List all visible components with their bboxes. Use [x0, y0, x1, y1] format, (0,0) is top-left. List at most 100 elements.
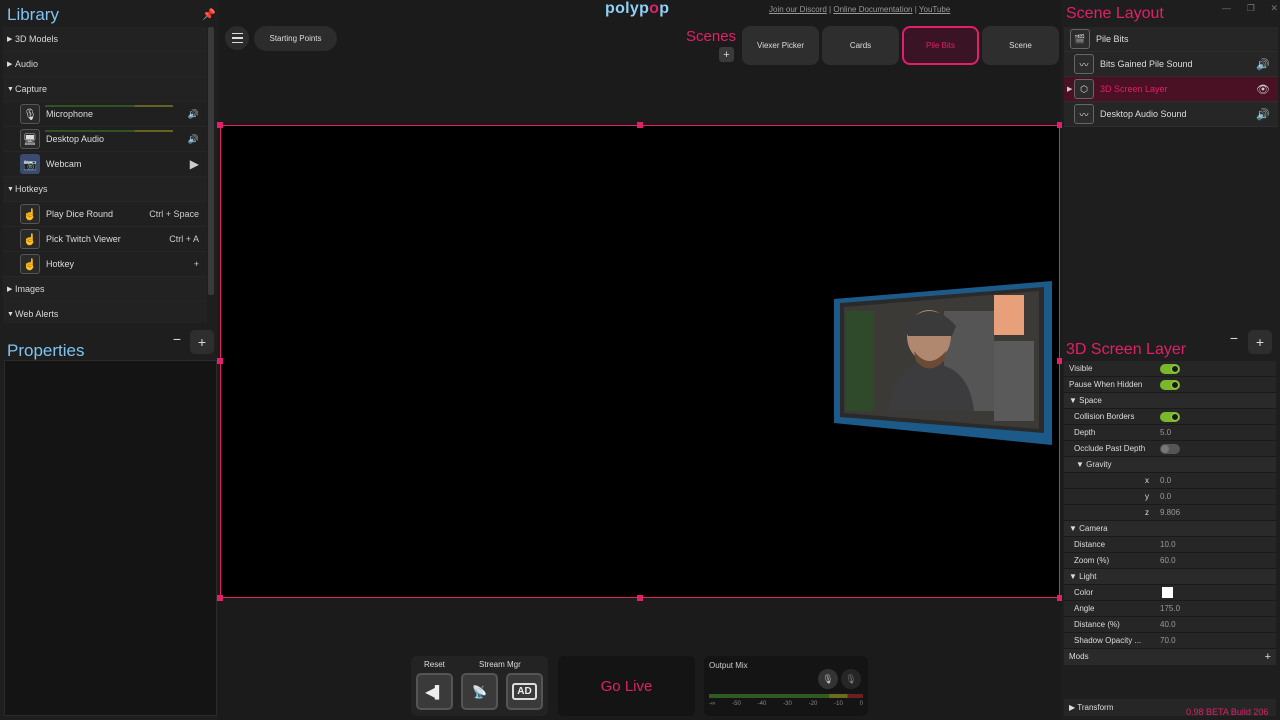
close-icon[interactable]: ✕ — [1270, 3, 1278, 14]
starting-points-button[interactable]: Starting Points — [254, 26, 337, 51]
group-gravity[interactable]: ▼ Gravity — [1064, 457, 1276, 473]
waveform-icon: 〰 — [1074, 54, 1094, 74]
documentation-link[interactable]: Online Documentation — [833, 5, 912, 14]
expand-icon: ▶ — [7, 35, 13, 43]
hotkey-item-play-dice-round[interactable]: ☝ Play Dice Round Ctrl + Space — [3, 202, 207, 227]
category-capture[interactable]: ▼ Capture — [3, 77, 207, 102]
resize-handle[interactable] — [217, 358, 223, 364]
resize-handle[interactable] — [217, 595, 223, 601]
layer-desktop-audio-sound[interactable]: 〰 Desktop Audio Sound 🔊 — [1064, 102, 1278, 127]
category-hotkeys[interactable]: ▼ Hotkeys — [3, 177, 207, 202]
prop-light-color: Color — [1064, 585, 1276, 601]
category-web-alerts[interactable]: ▼ Web Alerts — [3, 302, 207, 323]
category-audio[interactable]: ▶ Audio — [3, 52, 207, 77]
ad-button[interactable]: AD — [506, 673, 543, 710]
reset-button[interactable]: ◀▌ — [416, 673, 453, 710]
scene-viexer-picker[interactable]: Viexer Picker — [742, 26, 819, 65]
microphone-icon: 🎙 — [20, 104, 40, 124]
occlude-toggle[interactable] — [1160, 444, 1180, 454]
layout-remove-button[interactable]: − — [1222, 326, 1246, 350]
expand-icon[interactable]: ▶ — [1067, 85, 1072, 93]
hand-pointer-icon: ☝ — [20, 254, 40, 274]
rewind-icon: ◀▌ — [425, 684, 444, 699]
meter-ticks: -∞ -50 -40 -30 -20 -10 0 — [709, 701, 863, 707]
speaker-icon[interactable]: 🔊 — [188, 109, 199, 120]
group-light[interactable]: ▼ Light — [1064, 569, 1276, 585]
prop-gravity-x: x 0.0 — [1064, 473, 1276, 489]
hand-pointer-icon: ☝ — [20, 229, 40, 249]
prop-depth: Depth 5.0 — [1064, 425, 1276, 441]
stream-manager-button[interactable]: 📡 — [461, 673, 498, 710]
speaker-icon[interactable]: 🔊 — [1256, 108, 1270, 121]
mic-device-icon[interactable]: 🎙 — [818, 669, 838, 689]
capture-item-webcam[interactable]: 📷 Webcam ▶ — [3, 152, 207, 177]
scene-pile-bits[interactable]: Pile Bits — [902, 26, 979, 65]
zoom-value[interactable]: 60.0 — [1160, 556, 1176, 565]
layer-bits-gained-pile-sound[interactable]: 〰 Bits Gained Pile Sound 🔊 — [1064, 52, 1278, 77]
resize-handle[interactable] — [217, 122, 223, 128]
visible-toggle[interactable] — [1160, 364, 1180, 374]
layer-pile-bits[interactable]: 🎬 Pile Bits — [1064, 27, 1278, 52]
youtube-link[interactable]: YouTube — [919, 5, 950, 14]
layer-3d-screen-layer[interactable]: ▶ ⬡ 3D Screen Layer 👁 — [1064, 77, 1278, 102]
library-scrollbar[interactable] — [208, 27, 214, 295]
category-3d-models[interactable]: ▶ 3D Models — [3, 27, 207, 52]
prop-visible: Visible — [1064, 361, 1276, 377]
minimize-icon[interactable]: — — [1222, 3, 1231, 14]
layout-add-button[interactable]: + — [1248, 330, 1272, 354]
pin-icon[interactable]: 📌 — [202, 8, 216, 21]
angle-value[interactable]: 175.0 — [1160, 604, 1180, 613]
prop-occlude: Occlude Past Depth — [1064, 441, 1276, 457]
camera-distance-value[interactable]: 10.0 — [1160, 540, 1176, 549]
hotkey-item-pick-twitch-viewer[interactable]: ☝ Pick Twitch Viewer Ctrl + A — [3, 227, 207, 252]
output-level-meter — [709, 694, 863, 698]
hotkey-item-hotkey[interactable]: ☝ Hotkey + — [3, 252, 207, 277]
capture-item-microphone[interactable]: 🎙 Microphone 🔊 — [3, 102, 207, 127]
scene-cards[interactable]: Cards — [822, 26, 899, 65]
color-swatch[interactable] — [1162, 587, 1173, 598]
reset-label: Reset — [424, 660, 445, 669]
shadow-opacity-value[interactable]: 70.0 — [1160, 636, 1176, 645]
library-add-button[interactable]: + — [190, 330, 214, 354]
add-scene-button[interactable]: + — [719, 47, 734, 62]
library-remove-button[interactable]: − — [165, 327, 189, 351]
depth-value[interactable]: 5.0 — [1160, 428, 1171, 437]
resize-handle[interactable] — [637, 122, 643, 128]
satellite-icon: 📡 — [472, 684, 487, 699]
stream-mgr-label: Stream Mgr — [479, 660, 521, 669]
cube-icon: ⬡ — [1074, 79, 1094, 99]
group-camera[interactable]: ▼ Camera — [1064, 521, 1276, 537]
gravity-y-value[interactable]: 0.0 — [1160, 492, 1171, 501]
go-live-button[interactable]: Go Live — [558, 656, 695, 716]
restore-icon[interactable]: ❐ — [1247, 3, 1255, 14]
group-space[interactable]: ▼ Space — [1064, 393, 1276, 409]
eye-icon[interactable]: 👁 — [1256, 83, 1270, 96]
speaker-icon[interactable]: 🔊 — [188, 134, 199, 145]
add-mod-button[interactable]: + — [1265, 649, 1271, 665]
library-title: Library — [7, 5, 59, 24]
pause-toggle[interactable] — [1160, 380, 1180, 390]
scenes-title: Scenes — [686, 28, 737, 45]
play-icon[interactable]: ▶ — [190, 157, 199, 171]
capture-item-desktop-audio[interactable]: 🖥 Desktop Audio 🔊 — [3, 127, 207, 152]
gravity-x-value[interactable]: 0.0 — [1160, 476, 1171, 485]
gravity-z-value[interactable]: 9.806 — [1160, 508, 1180, 517]
hamburger-menu-button[interactable] — [225, 26, 249, 50]
window-controls: — ❐ ✕ — [1222, 3, 1278, 14]
collapse-icon: ▼ — [7, 310, 14, 318]
add-hotkey-button[interactable]: + — [194, 259, 199, 269]
resize-handle[interactable] — [637, 595, 643, 601]
category-images[interactable]: ▶ Images — [3, 277, 207, 302]
collision-toggle[interactable] — [1160, 412, 1180, 422]
discord-link[interactable]: Join our Discord — [769, 5, 827, 14]
layer-properties: Visible Pause When Hidden ▼ Space Collis… — [1064, 361, 1276, 666]
hotkey-shortcut: Ctrl + A — [169, 234, 199, 244]
speaker-icon[interactable]: 🔊 — [1256, 58, 1270, 71]
light-distance-value[interactable]: 40.0 — [1160, 620, 1176, 629]
mic-muted-icon[interactable]: 🎙 — [841, 669, 861, 689]
webcam-3d-screen[interactable] — [834, 281, 1052, 445]
audio-level-meter — [45, 130, 173, 132]
polypop-logo: polypop — [605, 0, 670, 17]
scene-layout-title: Scene Layout — [1066, 5, 1164, 22]
scene-scene[interactable]: Scene — [982, 26, 1059, 65]
